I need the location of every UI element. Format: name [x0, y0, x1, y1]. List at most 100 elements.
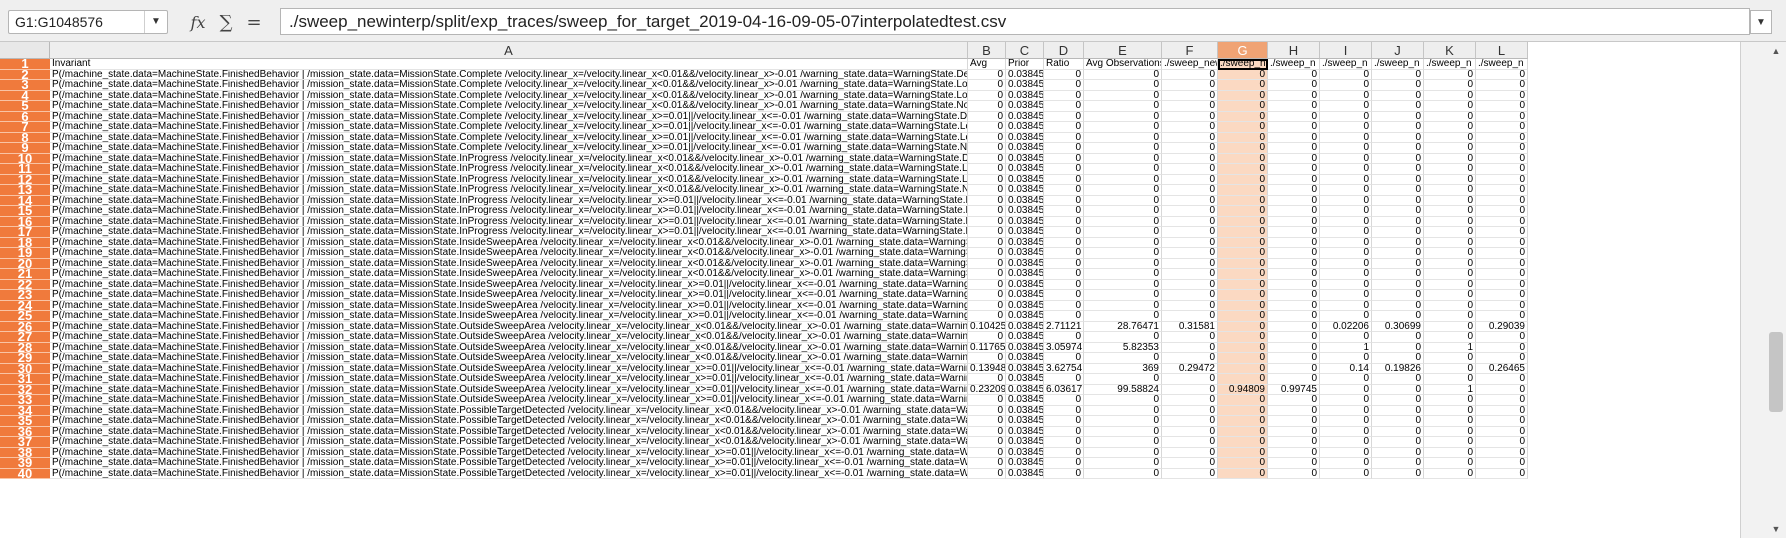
cell-b13[interactable]: 0 [968, 185, 1006, 196]
cell-h24[interactable]: 0 [1268, 300, 1320, 311]
cell-d26[interactable]: 2.71121 [1044, 321, 1084, 332]
cell-h16[interactable]: 0 [1268, 216, 1320, 227]
cell-l7[interactable]: 0 [1476, 122, 1528, 133]
cell-h4[interactable]: 0 [1268, 90, 1320, 101]
cell-h26[interactable]: 0 [1268, 321, 1320, 332]
cell-a40[interactable]: P(/machine_state.data=MachineState.Finis… [50, 468, 968, 479]
cell-l24[interactable]: 0 [1476, 300, 1528, 311]
cell-g35[interactable]: 0 [1218, 416, 1268, 427]
cell-h38[interactable]: 0 [1268, 447, 1320, 458]
name-box[interactable]: G1:G1048576 ▼ [8, 10, 168, 34]
cell-e20[interactable]: 0 [1084, 258, 1162, 269]
cell-j10[interactable]: 0 [1372, 153, 1424, 164]
cell-l33[interactable]: 0 [1476, 395, 1528, 406]
cell-h17[interactable]: 0 [1268, 227, 1320, 238]
cell-g27[interactable]: 0 [1218, 332, 1268, 343]
cell-f34[interactable]: 0 [1162, 405, 1218, 416]
cell-d30[interactable]: 3.62754 [1044, 363, 1084, 374]
cell-a1[interactable]: Invariant [50, 59, 968, 70]
cell-i10[interactable]: 0 [1320, 153, 1372, 164]
cell-f30[interactable]: 0.29472 [1162, 363, 1218, 374]
cell-e39[interactable]: 0 [1084, 458, 1162, 469]
cell-a16[interactable]: P(/machine_state.data=MachineState.Finis… [50, 216, 968, 227]
cell-g13[interactable]: 0 [1218, 185, 1268, 196]
cell-e31[interactable]: 0 [1084, 374, 1162, 385]
cell-a18[interactable]: P(/machine_state.data=MachineState.Finis… [50, 237, 968, 248]
cell-g12[interactable]: 0 [1218, 174, 1268, 185]
cell-i38[interactable]: 0 [1320, 447, 1372, 458]
cell-i15[interactable]: 0 [1320, 206, 1372, 217]
cell-d32[interactable]: 6.03617 [1044, 384, 1084, 395]
cell-c27[interactable]: 0.03845 [1006, 332, 1044, 343]
cell-l40[interactable]: 0 [1476, 468, 1528, 479]
cell-k36[interactable]: 0 [1424, 426, 1476, 437]
cell-g37[interactable]: 0 [1218, 437, 1268, 448]
cell-i19[interactable]: 0 [1320, 248, 1372, 259]
cell-c32[interactable]: 0.03845 [1006, 384, 1044, 395]
cell-c6[interactable]: 0.03845 [1006, 111, 1044, 122]
cell-b4[interactable]: 0 [968, 90, 1006, 101]
cell-f28[interactable]: 0 [1162, 342, 1218, 353]
cell-b2[interactable]: 0 [968, 69, 1006, 80]
cell-b40[interactable]: 0 [968, 468, 1006, 479]
cell-c2[interactable]: 0.03845 [1006, 69, 1044, 80]
cell-e22[interactable]: 0 [1084, 279, 1162, 290]
cell-j28[interactable]: 0 [1372, 342, 1424, 353]
cell-k27[interactable]: 0 [1424, 332, 1476, 343]
cell-h19[interactable]: 0 [1268, 248, 1320, 259]
cell-g25[interactable]: 0 [1218, 311, 1268, 322]
cell-l28[interactable]: 0 [1476, 342, 1528, 353]
cell-c20[interactable]: 0.03845 [1006, 258, 1044, 269]
cell-k30[interactable]: 0 [1424, 363, 1476, 374]
cell-k21[interactable]: 0 [1424, 269, 1476, 280]
cell-l23[interactable]: 0 [1476, 290, 1528, 301]
cell-k10[interactable]: 0 [1424, 153, 1476, 164]
cell-h39[interactable]: 0 [1268, 458, 1320, 469]
cell-l39[interactable]: 0 [1476, 458, 1528, 469]
cell-d36[interactable]: 0 [1044, 426, 1084, 437]
cell-j35[interactable]: 0 [1372, 416, 1424, 427]
cell-k4[interactable]: 0 [1424, 90, 1476, 101]
cell-i34[interactable]: 0 [1320, 405, 1372, 416]
cell-f24[interactable]: 0 [1162, 300, 1218, 311]
cell-c15[interactable]: 0.03845 [1006, 206, 1044, 217]
cell-g30[interactable]: 0 [1218, 363, 1268, 374]
cell-j13[interactable]: 0 [1372, 185, 1424, 196]
cell-g8[interactable]: 0 [1218, 132, 1268, 143]
cell-l34[interactable]: 0 [1476, 405, 1528, 416]
cell-l8[interactable]: 0 [1476, 132, 1528, 143]
cell-f12[interactable]: 0 [1162, 174, 1218, 185]
cell-h9[interactable]: 0 [1268, 143, 1320, 154]
cell-f35[interactable]: 0 [1162, 416, 1218, 427]
cell-b5[interactable]: 0 [968, 101, 1006, 112]
cell-d38[interactable]: 0 [1044, 447, 1084, 458]
cell-c34[interactable]: 0.03845 [1006, 405, 1044, 416]
column-header-i[interactable]: I [1320, 42, 1372, 59]
cell-i24[interactable]: 0 [1320, 300, 1372, 311]
cell-i32[interactable]: 0 [1320, 384, 1372, 395]
cell-k26[interactable]: 0 [1424, 321, 1476, 332]
cell-l21[interactable]: 0 [1476, 269, 1528, 280]
cell-d31[interactable]: 0 [1044, 374, 1084, 385]
cell-j25[interactable]: 0 [1372, 311, 1424, 322]
cell-c25[interactable]: 0.03845 [1006, 311, 1044, 322]
cell-e24[interactable]: 0 [1084, 300, 1162, 311]
cell-j1[interactable]: ./sweep_n [1372, 59, 1424, 70]
cell-j27[interactable]: 0 [1372, 332, 1424, 343]
cell-b7[interactable]: 0 [968, 122, 1006, 133]
cell-h34[interactable]: 0 [1268, 405, 1320, 416]
cell-b39[interactable]: 0 [968, 458, 1006, 469]
cell-g38[interactable]: 0 [1218, 447, 1268, 458]
cell-d21[interactable]: 0 [1044, 269, 1084, 280]
cell-h22[interactable]: 0 [1268, 279, 1320, 290]
cell-l31[interactable]: 0 [1476, 374, 1528, 385]
cell-c40[interactable]: 0.03845 [1006, 468, 1044, 479]
cell-g21[interactable]: 0 [1218, 269, 1268, 280]
cell-k17[interactable]: 0 [1424, 227, 1476, 238]
cell-j5[interactable]: 0 [1372, 101, 1424, 112]
cell-g19[interactable]: 0 [1218, 248, 1268, 259]
cell-g3[interactable]: 0 [1218, 80, 1268, 91]
cell-l6[interactable]: 0 [1476, 111, 1528, 122]
cell-e36[interactable]: 0 [1084, 426, 1162, 437]
cell-a39[interactable]: P(/machine_state.data=MachineState.Finis… [50, 458, 968, 469]
